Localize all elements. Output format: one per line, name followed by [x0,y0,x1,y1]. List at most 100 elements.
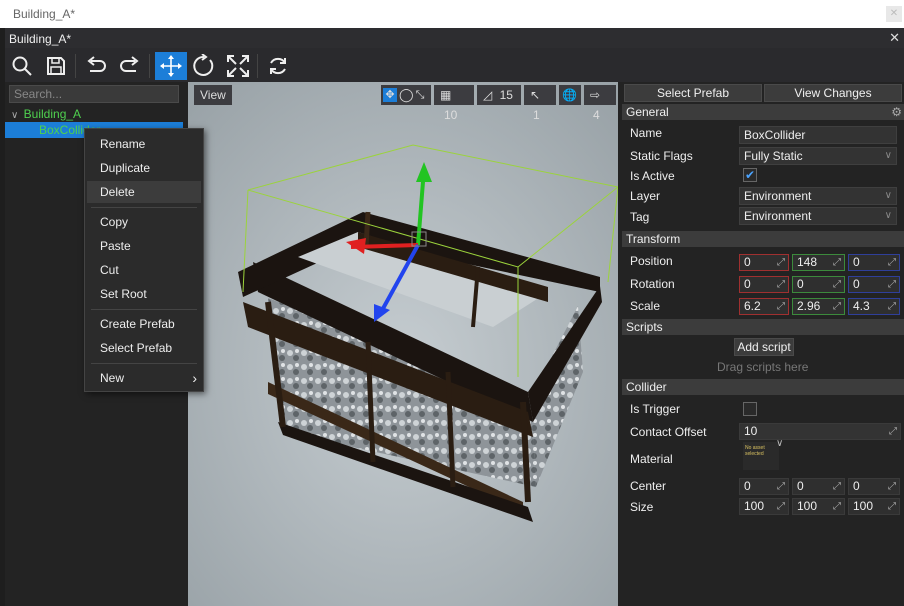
center-x-field[interactable]: 0 ⤢ [739,478,789,495]
window-title: Building_A* [9,32,72,46]
collider-section-header[interactable]: Collider [622,379,904,395]
layer-dropdown[interactable]: Environment ∨ [739,187,897,205]
position-label: Position [630,254,673,268]
size-y-value: 100 [797,499,818,513]
chevron-down-icon[interactable]: ∨ [11,110,18,121]
menu-item-duplicate[interactable]: Duplicate [87,157,201,179]
contact-offset-label: Contact Offset [630,425,707,439]
menu-item-rename[interactable]: Rename [87,133,201,155]
scale-gizmo-icon[interactable] [223,52,253,80]
rotate-mode-icon[interactable]: ◯ [399,85,414,105]
name-field[interactable]: BoxCollider [739,126,897,144]
scene-render [188,82,618,606]
is-active-label: Is Active [630,169,675,183]
tree-node-root-label: Building_A [23,107,82,121]
rotation-y-field[interactable]: 0 ⤢ [792,276,845,293]
scale-snap-icon: ↖ [530,88,541,102]
size-x-field[interactable]: 100 ⤢ [739,498,789,515]
save-icon[interactable] [41,52,71,80]
view-menu-button[interactable]: View [194,85,232,105]
menu-item-set-root[interactable]: Set Root [87,283,201,305]
search-input[interactable]: Search... [9,85,179,103]
grid-snap-value: 10 [444,108,458,122]
menu-item-select-prefab[interactable]: Select Prefab [87,337,201,359]
scale-x-value: 6.2 [744,299,761,313]
contact-offset-field[interactable]: 10 ⤢ [739,423,901,440]
window-title-bar: Building_A* ✕ [5,28,904,48]
undo-icon[interactable] [81,52,111,80]
outer-close-icon[interactable]: ✕ [886,6,902,22]
menu-item-paste[interactable]: Paste [87,235,201,257]
rotation-label: Rotation [630,277,675,291]
scale-mode-icon[interactable]: ⤡ [416,85,425,105]
gizmo-mode-group[interactable]: ✥ ◯ ⤡ [381,85,431,105]
layer-label: Layer [630,189,661,203]
position-z-value: 0 [853,255,860,269]
camera-speed-button[interactable]: ⇨ 4 [584,85,616,122]
outer-title: Building_A* [13,7,76,21]
toolbar [5,48,904,82]
move-gizmo-icon[interactable] [155,52,187,80]
menu-item-create-prefab[interactable]: Create Prefab [87,313,201,335]
tag-label: Tag [630,210,650,224]
scripts-section-header[interactable]: Scripts [622,319,904,335]
redo-icon[interactable] [115,52,145,80]
center-y-value: 0 [797,479,804,493]
scene-viewport[interactable]: View ✥ ◯ ⤡ ▦ 10 ◿ 15 ↖ 1 🌐 ⇨ 4 [188,82,618,606]
rotation-x-value: 0 [744,277,751,291]
center-z-field[interactable]: 0 ⤢ [848,478,900,495]
rotate-gizmo-icon[interactable] [189,52,219,80]
menu-item-copy[interactable]: Copy [87,211,201,233]
rotation-x-field[interactable]: 0 ⤢ [739,276,789,293]
scale-y-field[interactable]: 2.96 ⤢ [792,298,845,315]
material-label: Material [630,452,673,466]
scale-z-field[interactable]: 4.3 ⤢ [848,298,900,315]
scale-x-field[interactable]: 6.2 ⤢ [739,298,789,315]
scale-snap-value: 1 [533,108,540,122]
menu-item-delete[interactable]: Delete [87,181,201,203]
tree-node-root[interactable]: ∨ Building_A [11,106,81,122]
chevron-down-icon[interactable]: ∨ [776,438,783,449]
chevron-down-icon: ∨ [884,150,892,161]
camera-speed-value: 4 [593,108,600,122]
angle-icon: ◿ [483,88,493,102]
position-x-value: 0 [744,255,751,269]
center-y-field[interactable]: 0 ⤢ [792,478,845,495]
general-section-header[interactable]: General ⚙ [622,104,904,120]
add-script-button[interactable]: Add script [734,338,794,356]
grid-snap-button[interactable]: ▦ 10 [434,85,474,122]
size-y-field[interactable]: 100 ⤢ [792,498,845,515]
globe-icon[interactable]: 🌐 [559,85,581,105]
static-flags-label: Static Flags [630,149,693,163]
outer-title-bar: Building_A* ✕ [0,0,904,28]
is-trigger-checkbox[interactable] [743,402,757,416]
rotation-z-field[interactable]: 0 ⤢ [848,276,900,293]
search-icon[interactable] [7,52,37,80]
scale-snap-button[interactable]: ↖ 1 [524,85,556,122]
angle-snap-button[interactable]: ◿ 15 [477,85,521,105]
refresh-icon[interactable] [263,52,293,80]
scale-label: Scale [630,299,661,313]
rotation-z-value: 0 [853,277,860,291]
general-header-label: General [626,105,669,119]
menu-item-cut[interactable]: Cut [87,259,201,281]
position-x-field[interactable]: 0 ⤢ [739,254,789,271]
close-icon[interactable]: ✕ [889,30,900,46]
menu-item-new[interactable]: New › [87,367,201,389]
select-prefab-button[interactable]: Select Prefab [624,84,762,102]
chevron-right-icon: › [192,370,197,386]
translate-mode-icon[interactable]: ✥ [383,88,397,102]
gear-icon[interactable]: ⚙ [891,104,902,120]
transform-section-header[interactable]: Transform [622,231,904,247]
static-flags-dropdown[interactable]: Fully Static ∨ [739,147,897,165]
position-z-field[interactable]: 0 ⤢ [848,254,900,271]
view-changes-button[interactable]: View Changes [764,84,902,102]
tag-dropdown[interactable]: Environment ∨ [739,207,897,225]
size-z-value: 100 [853,499,874,513]
size-z-field[interactable]: 100 ⤢ [848,498,900,515]
scale-y-value: 2.96 [797,299,821,313]
material-thumbnail[interactable]: No asset selected [743,442,779,470]
is-active-checkbox[interactable]: ✔ [743,168,757,182]
contact-offset-value: 10 [744,424,758,438]
position-y-field[interactable]: 148 ⤢ [792,254,845,271]
